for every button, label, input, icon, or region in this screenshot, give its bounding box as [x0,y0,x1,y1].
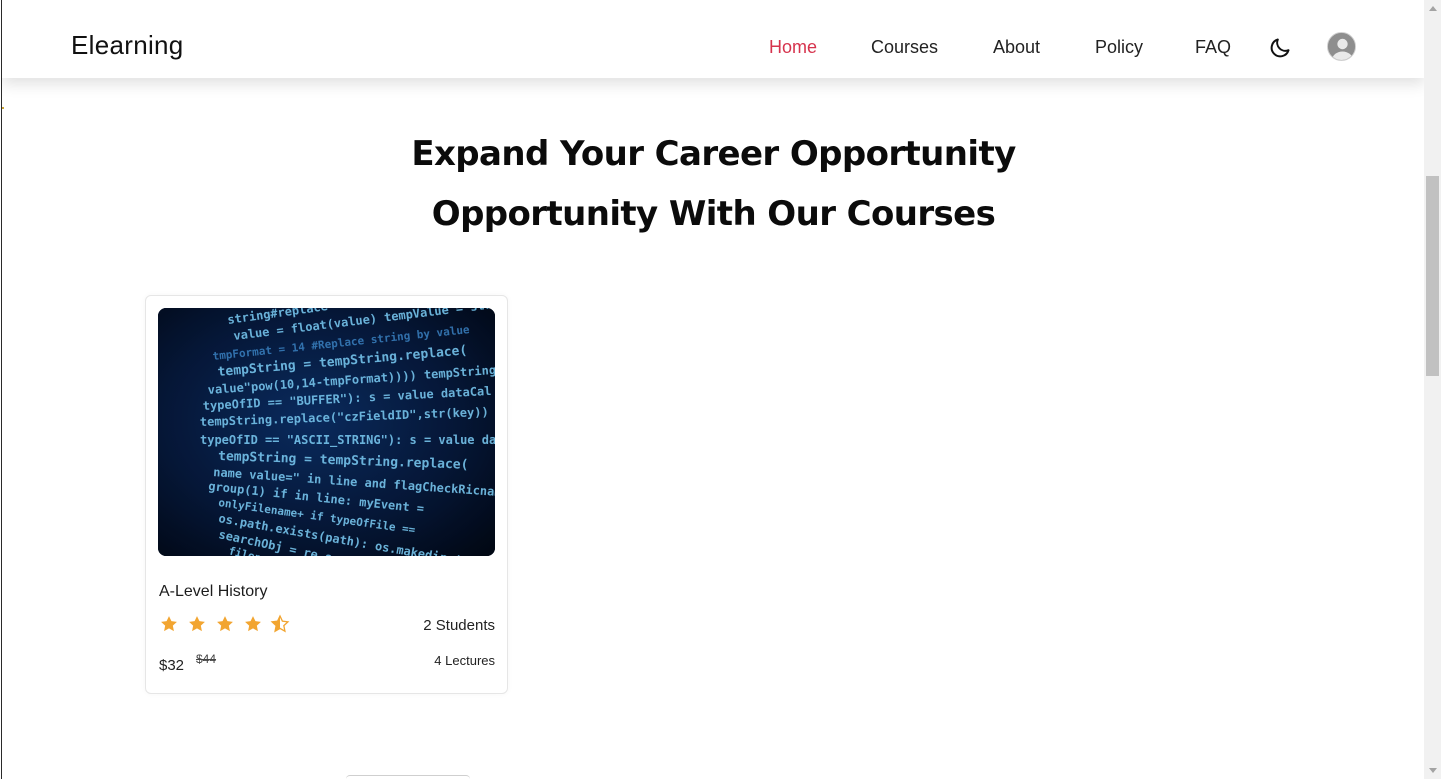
course-title[interactable]: A-Level History [159,583,267,601]
course-price: $32 [159,657,185,674]
edge-marker [2,107,4,109]
scroll-thumb[interactable] [1426,176,1439,376]
nav-about[interactable]: About [993,37,1040,58]
code-screen-image[interactable]: string#replace = string value = float(va… [158,308,495,556]
scroll-down-icon[interactable] [1424,762,1441,779]
nav-courses[interactable]: Courses [871,37,938,58]
lectures-count: 4 Lectures [434,653,495,668]
hero-title-line-2: Opportunity With Our Courses [431,194,996,234]
star-full-icon [161,616,177,632]
star-half-icon [270,614,290,633]
main-nav: Home Courses About Policy FAQ [2,0,1424,78]
navbar: Elearning Home Courses About Policy FAQ [2,0,1424,78]
course-old-price: $44 [196,652,217,666]
students-count: 2 Students [423,617,495,634]
moon-icon[interactable] [1269,35,1293,59]
next-card-edge [346,775,470,779]
vertical-scrollbar[interactable] [1424,0,1441,779]
course-card[interactable]: string#replace = string value = float(va… [145,295,508,694]
scroll-up-icon[interactable] [1424,0,1441,17]
star-full-icon [217,616,233,632]
nav-faq[interactable]: FAQ [1195,37,1231,58]
hero-title-line-1: Expand Your Career Opportunity [411,134,1016,174]
user-avatar-icon[interactable] [1327,32,1356,61]
nav-policy[interactable]: Policy [1095,37,1143,58]
star-full-icon [245,616,261,632]
page-viewport: Elearning Home Courses About Policy FAQ … [1,0,1424,779]
star-full-icon [189,616,205,632]
nav-home[interactable]: Home [769,37,817,58]
